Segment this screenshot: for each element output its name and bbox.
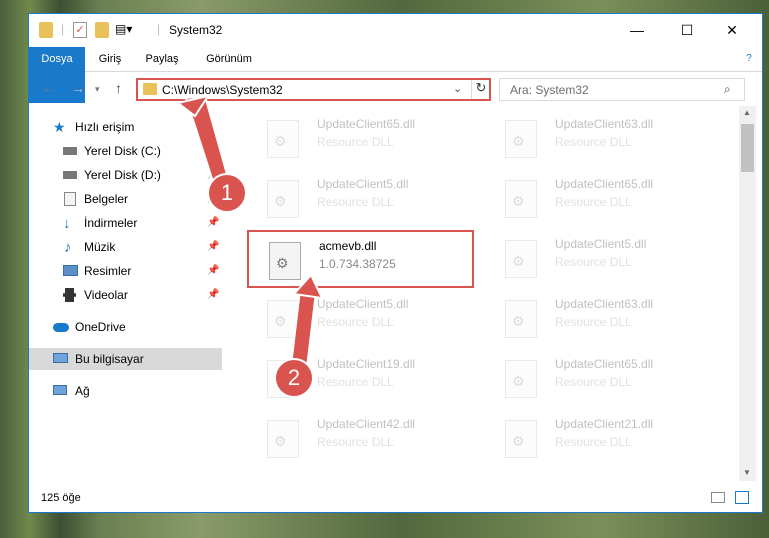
arrow-head-2 [292, 273, 324, 300]
callout-arrows [175, 94, 324, 378]
callout-badge-1: 1 [207, 173, 247, 213]
callout-badge-2: 2 [274, 358, 314, 398]
